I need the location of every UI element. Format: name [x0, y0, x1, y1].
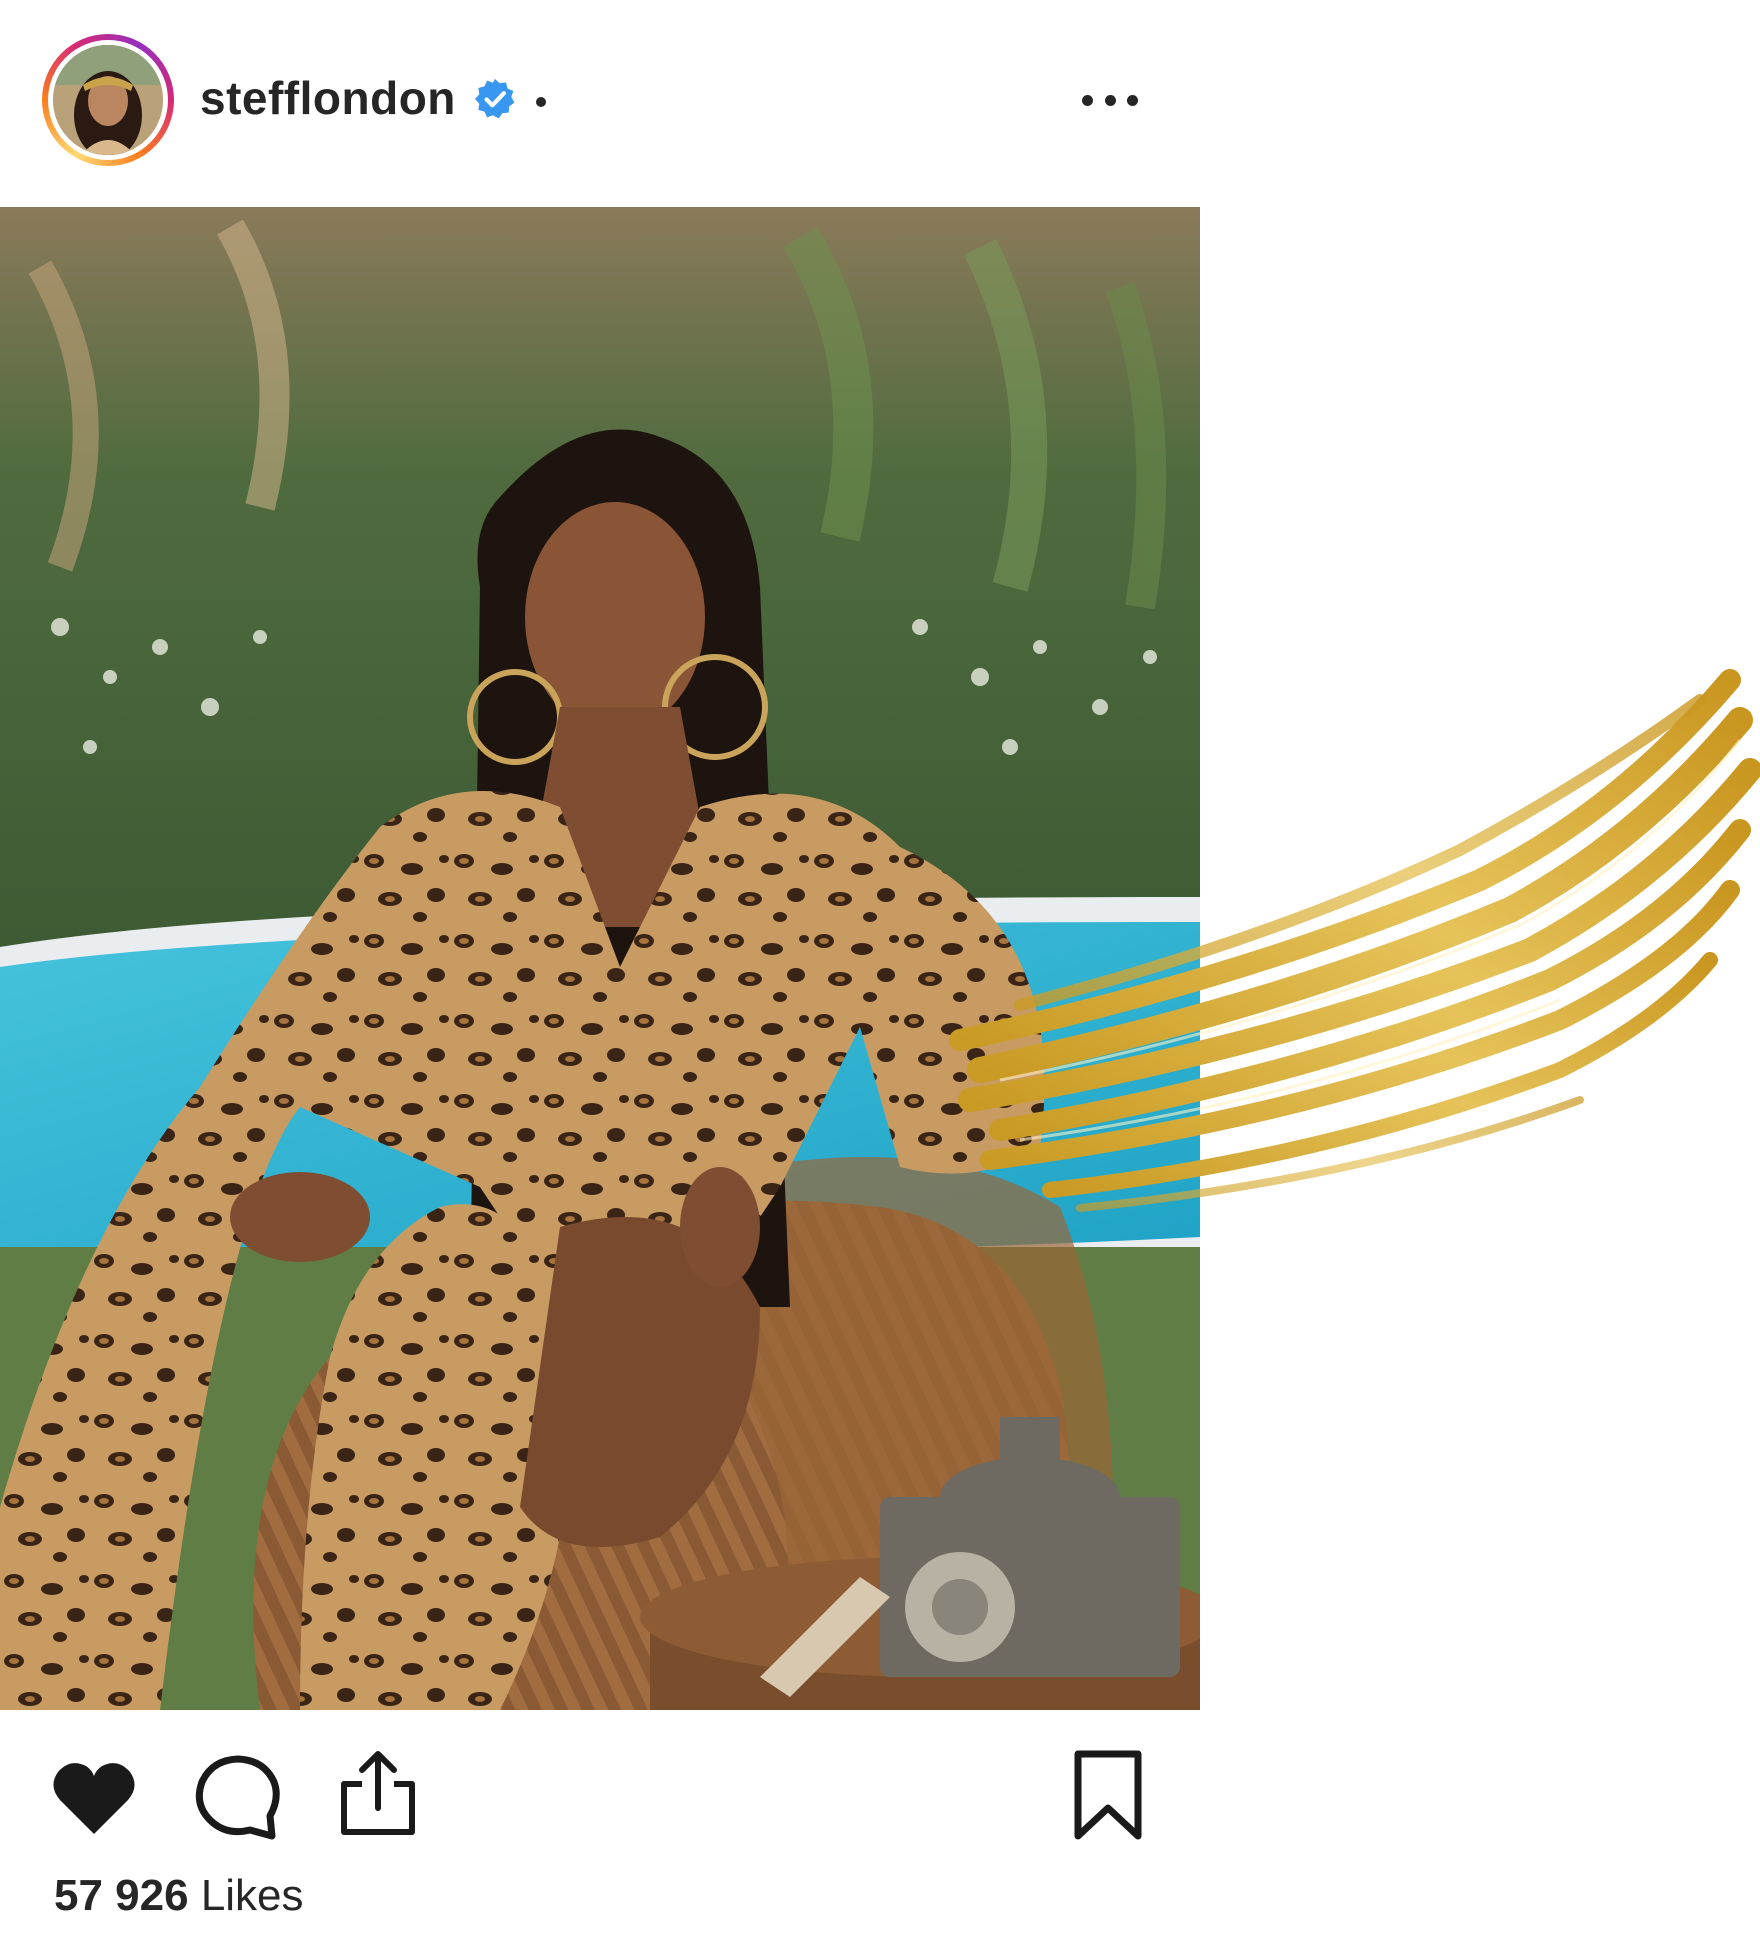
- username[interactable]: stefflondon: [200, 70, 456, 126]
- comment-icon[interactable]: [194, 1754, 280, 1840]
- post-header: stefflondon: [0, 0, 1200, 200]
- more-options-icon[interactable]: [1082, 80, 1138, 120]
- likes-number: 57 926: [54, 1871, 189, 1920]
- share-icon[interactable]: [336, 1748, 420, 1838]
- likes-count[interactable]: 57 926 Likes: [54, 1868, 304, 1924]
- heart-icon[interactable]: [52, 1760, 136, 1836]
- avatar-image: [53, 45, 163, 155]
- verified-badge-icon: [474, 78, 516, 120]
- separator-dot: [536, 97, 546, 107]
- post-photo[interactable]: [0, 207, 1200, 1710]
- action-bar: [0, 1740, 1200, 1850]
- profile-avatar[interactable]: [42, 34, 174, 166]
- likes-label: Likes: [200, 1871, 304, 1920]
- bookmark-icon[interactable]: [1072, 1750, 1144, 1840]
